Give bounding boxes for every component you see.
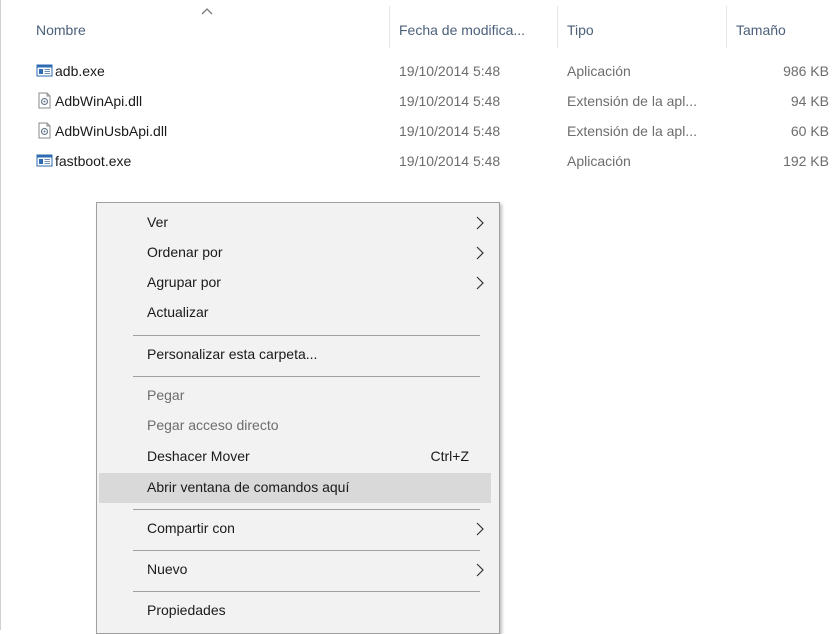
chevron-right-icon bbox=[476, 563, 484, 577]
file-size: 192 KB bbox=[783, 153, 829, 169]
file-name: fastboot.exe bbox=[55, 153, 132, 169]
menu-item-agrupar-por[interactable]: Agrupar por bbox=[99, 268, 491, 298]
menu-item-label: Deshacer Mover bbox=[147, 448, 250, 464]
application-icon bbox=[36, 154, 53, 167]
menu-item-actualizar[interactable]: Actualizar bbox=[99, 298, 491, 328]
file-size: 986 KB bbox=[783, 63, 829, 79]
dll-file-icon bbox=[38, 122, 51, 139]
menu-item-label: Compartir con bbox=[147, 520, 235, 536]
menu-item-pegar: Pegar bbox=[99, 381, 491, 411]
menu-separator bbox=[133, 335, 480, 336]
file-date: 19/10/2014 5:48 bbox=[399, 93, 501, 109]
file-type: Aplicación bbox=[567, 63, 631, 79]
menu-item-pegar-acceso-directo: Pegar acceso directo bbox=[99, 411, 491, 441]
menu-item-compartir-con[interactable]: Compartir con bbox=[99, 514, 491, 544]
menu-item-label: Abrir ventana de comandos aquí bbox=[147, 479, 350, 495]
file-row[interactable]: AdbWinUsbApi.dll 19/10/2014 5:48 Extensi… bbox=[0, 120, 833, 142]
sort-ascending-icon[interactable] bbox=[200, 6, 214, 16]
menu-item-personalizar-carpeta[interactable]: Personalizar esta carpeta... bbox=[99, 340, 491, 370]
chevron-right-icon bbox=[476, 216, 484, 230]
menu-item-label: Pegar acceso directo bbox=[147, 417, 279, 433]
file-name: AdbWinApi.dll bbox=[55, 93, 143, 109]
file-type: Aplicación bbox=[567, 153, 631, 169]
file-date: 19/10/2014 5:48 bbox=[399, 153, 501, 169]
file-row[interactable]: AdbWinApi.dll 19/10/2014 5:48 Extensión … bbox=[0, 90, 833, 112]
menu-separator bbox=[133, 550, 480, 551]
menu-item-ordenar-por[interactable]: Ordenar por bbox=[99, 238, 491, 268]
column-divider[interactable] bbox=[557, 6, 558, 48]
menu-item-label: Propiedades bbox=[147, 602, 226, 618]
file-date: 19/10/2014 5:48 bbox=[399, 123, 501, 139]
menu-item-label: Actualizar bbox=[147, 304, 209, 320]
menu-item-label: Ver bbox=[147, 214, 169, 230]
file-size: 60 KB bbox=[790, 123, 829, 139]
menu-separator bbox=[133, 591, 480, 592]
file-row[interactable]: fastboot.exe 19/10/2014 5:48 Aplicación … bbox=[0, 150, 833, 172]
dll-file-icon bbox=[38, 92, 51, 109]
column-header-bar: Nombre Fecha de modifica... Tipo Tamaño bbox=[0, 0, 833, 48]
column-header-date[interactable]: Fecha de modifica... bbox=[399, 22, 525, 38]
chevron-right-icon bbox=[476, 522, 484, 536]
menu-item-deshacer-mover[interactable]: Deshacer Mover Ctrl+Z bbox=[99, 442, 491, 472]
menu-item-propiedades[interactable]: Propiedades bbox=[99, 596, 491, 626]
menu-item-label: Personalizar esta carpeta... bbox=[147, 346, 318, 362]
column-divider[interactable] bbox=[389, 6, 390, 48]
file-name: AdbWinUsbApi.dll bbox=[55, 123, 168, 139]
context-menu: Ver Ordenar por Agrupar por Actualizar P… bbox=[96, 202, 500, 634]
menu-item-label: Pegar bbox=[147, 387, 185, 403]
menu-item-label: Ordenar por bbox=[147, 244, 223, 260]
file-type: Extensión de la apl... bbox=[567, 123, 697, 139]
file-row[interactable]: adb.exe 19/10/2014 5:48 Aplicación 986 K… bbox=[0, 60, 833, 82]
menu-item-label: Agrupar por bbox=[147, 274, 221, 290]
column-header-type[interactable]: Tipo bbox=[567, 22, 594, 38]
column-header-size[interactable]: Tamaño bbox=[736, 22, 786, 38]
file-type: Extensión de la apl... bbox=[567, 93, 697, 109]
menu-item-nuevo[interactable]: Nuevo bbox=[99, 555, 491, 585]
file-name: adb.exe bbox=[55, 63, 105, 79]
menu-separator bbox=[133, 509, 480, 510]
menu-separator bbox=[133, 376, 480, 377]
column-header-name[interactable]: Nombre bbox=[36, 22, 86, 38]
file-size: 94 KB bbox=[790, 93, 829, 109]
chevron-right-icon bbox=[476, 246, 484, 260]
application-icon bbox=[36, 64, 53, 77]
chevron-right-icon bbox=[476, 276, 484, 290]
column-divider[interactable] bbox=[726, 6, 727, 48]
menu-item-shortcut: Ctrl+Z bbox=[430, 448, 470, 464]
menu-item-abrir-ventana-comandos[interactable]: Abrir ventana de comandos aquí bbox=[99, 473, 491, 503]
menu-item-ver[interactable]: Ver bbox=[99, 208, 491, 238]
file-date: 19/10/2014 5:48 bbox=[399, 63, 501, 79]
menu-item-label: Nuevo bbox=[147, 561, 188, 577]
